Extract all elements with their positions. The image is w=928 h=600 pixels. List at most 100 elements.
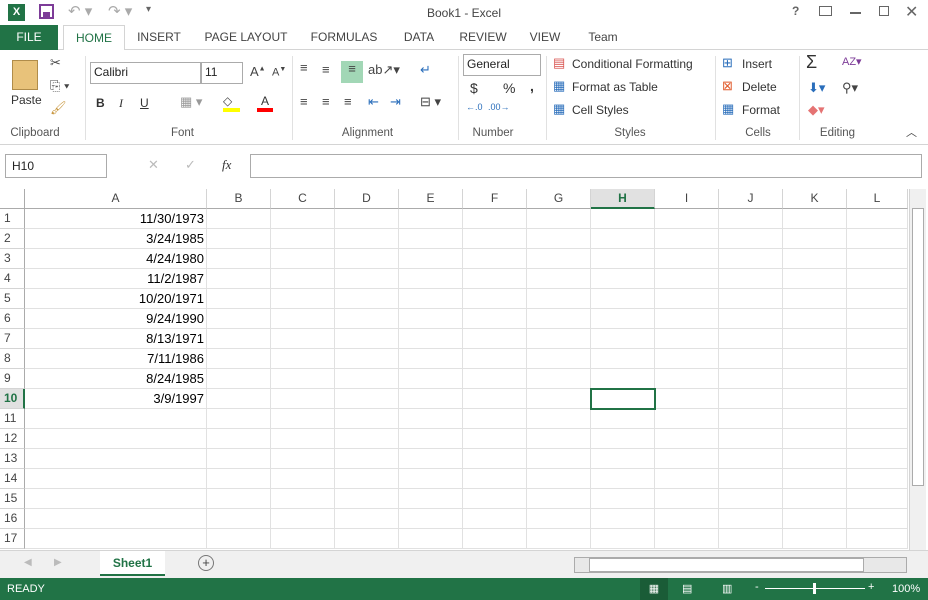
cell-B1[interactable] — [207, 209, 271, 229]
cell-C6[interactable] — [271, 309, 335, 329]
horizontal-scrollbar[interactable] — [574, 557, 907, 573]
row-header-4[interactable]: 4 — [0, 269, 25, 289]
cell-G16[interactable] — [527, 509, 591, 529]
cell-A3[interactable]: 4/24/1980 — [25, 249, 207, 269]
cell-B11[interactable] — [207, 409, 271, 429]
cell-J8[interactable] — [719, 349, 783, 369]
row-header-14[interactable]: 14 — [0, 469, 25, 489]
zoom-level[interactable]: 100% — [892, 583, 920, 595]
tab-file[interactable]: FILE — [0, 25, 58, 50]
cell-K17[interactable] — [783, 529, 847, 549]
cut-icon[interactable]: ✂ — [50, 55, 61, 71]
cell-D3[interactable] — [335, 249, 399, 269]
cell-G11[interactable] — [527, 409, 591, 429]
cancel-icon[interactable]: ✕ — [148, 157, 159, 173]
cell-K5[interactable] — [783, 289, 847, 309]
cell-I9[interactable] — [655, 369, 719, 389]
zoom-slider[interactable] — [765, 583, 865, 594]
cell-D11[interactable] — [335, 409, 399, 429]
row-header-15[interactable]: 15 — [0, 489, 25, 509]
cell-B6[interactable] — [207, 309, 271, 329]
cell-F12[interactable] — [463, 429, 527, 449]
cell-J6[interactable] — [719, 309, 783, 329]
column-header-H[interactable]: H — [591, 189, 655, 209]
cell-C9[interactable] — [271, 369, 335, 389]
center-icon[interactable]: ≡ — [322, 94, 330, 109]
cell-K7[interactable] — [783, 329, 847, 349]
tab-page-layout[interactable]: PAGE LAYOUT — [200, 25, 292, 50]
cell-L17[interactable] — [847, 529, 908, 549]
row-header-6[interactable]: 6 — [0, 309, 25, 329]
worksheet-grid[interactable]: A B C D E F G H I J K L 1 11/30/1973 2 3/24/1985 3 4/24/1… — [0, 189, 908, 549]
cell-D9[interactable] — [335, 369, 399, 389]
cell-D4[interactable] — [335, 269, 399, 289]
bottom-align-icon[interactable]: ≡ — [341, 61, 363, 83]
cell-L8[interactable] — [847, 349, 908, 369]
cell-H17[interactable] — [591, 529, 655, 549]
next-sheet-icon[interactable]: ▶ — [54, 557, 62, 568]
cell-C10[interactable] — [271, 389, 335, 409]
cell-H5[interactable] — [591, 289, 655, 309]
cell-J17[interactable] — [719, 529, 783, 549]
cell-K3[interactable] — [783, 249, 847, 269]
close-icon[interactable]: ✕ — [905, 2, 918, 22]
decrease-indent-icon[interactable]: ⇤ — [368, 94, 379, 110]
row-header-3[interactable]: 3 — [0, 249, 25, 269]
cell-E11[interactable] — [399, 409, 463, 429]
cell-H12[interactable] — [591, 429, 655, 449]
h-scroll-thumb[interactable] — [589, 558, 864, 572]
align-right-icon[interactable]: ≡ — [344, 94, 352, 109]
tab-insert[interactable]: INSERT — [130, 25, 188, 50]
cell-H2[interactable] — [591, 229, 655, 249]
font-size-select[interactable]: 11 — [201, 62, 243, 84]
row-header-11[interactable]: 11 — [0, 409, 25, 429]
cell-L10[interactable] — [847, 389, 908, 409]
cell-D10[interactable] — [335, 389, 399, 409]
autosum-button[interactable]: Σ — [806, 52, 817, 73]
cell-H11[interactable] — [591, 409, 655, 429]
enter-icon[interactable]: ✓ — [185, 157, 196, 173]
cell-H8[interactable] — [591, 349, 655, 369]
row-header-16[interactable]: 16 — [0, 509, 25, 529]
cell-F16[interactable] — [463, 509, 527, 529]
cell-H7[interactable] — [591, 329, 655, 349]
cell-K14[interactable] — [783, 469, 847, 489]
cell-J1[interactable] — [719, 209, 783, 229]
column-header-F[interactable]: F — [463, 189, 527, 209]
cell-F8[interactable] — [463, 349, 527, 369]
cell-F6[interactable] — [463, 309, 527, 329]
cell-B9[interactable] — [207, 369, 271, 389]
cell-A15[interactable] — [25, 489, 207, 509]
row-header-1[interactable]: 1 — [0, 209, 25, 229]
cell-L16[interactable] — [847, 509, 908, 529]
cell-C2[interactable] — [271, 229, 335, 249]
cell-J3[interactable] — [719, 249, 783, 269]
cell-G15[interactable] — [527, 489, 591, 509]
select-all-corner[interactable] — [0, 189, 25, 209]
cell-B16[interactable] — [207, 509, 271, 529]
cell-F10[interactable] — [463, 389, 527, 409]
cell-A5[interactable]: 10/20/1971 — [25, 289, 207, 309]
cell-G3[interactable] — [527, 249, 591, 269]
cell-E9[interactable] — [399, 369, 463, 389]
cell-D5[interactable] — [335, 289, 399, 309]
cell-B12[interactable] — [207, 429, 271, 449]
cell-L3[interactable] — [847, 249, 908, 269]
cell-K11[interactable] — [783, 409, 847, 429]
cell-E3[interactable] — [399, 249, 463, 269]
cell-H10[interactable] — [590, 388, 656, 410]
column-header-J[interactable]: J — [719, 189, 783, 209]
cell-I8[interactable] — [655, 349, 719, 369]
sheet-tab-sheet1[interactable]: Sheet1 — [100, 551, 165, 576]
wrap-text-icon[interactable]: ↵ — [420, 62, 431, 78]
name-box[interactable]: H10 — [5, 154, 107, 178]
column-header-K[interactable]: K — [783, 189, 847, 209]
cell-B3[interactable] — [207, 249, 271, 269]
cell-A14[interactable] — [25, 469, 207, 489]
cell-E1[interactable] — [399, 209, 463, 229]
cell-G4[interactable] — [527, 269, 591, 289]
cell-G8[interactable] — [527, 349, 591, 369]
cell-C8[interactable] — [271, 349, 335, 369]
cell-L6[interactable] — [847, 309, 908, 329]
find-select-icon[interactable]: ⚲▾ — [842, 80, 858, 96]
